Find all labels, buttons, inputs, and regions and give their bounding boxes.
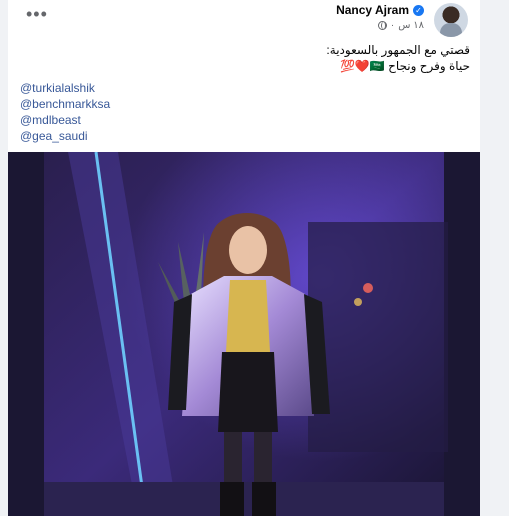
globe-icon: [377, 21, 387, 30]
mention-link[interactable]: @gea_saudi: [20, 128, 110, 144]
post-header: ••• Nancy Ajram ✓ · ١٨ س: [8, 0, 480, 40]
post-card: ••• Nancy Ajram ✓ · ١٨ س قصتي مع الجمهور…: [8, 0, 480, 516]
caption-line: قصتي مع الجمهور بالسعودية:: [326, 43, 470, 57]
avatar[interactable]: [434, 3, 468, 37]
post-caption: قصتي مع الجمهور بالسعودية: حياة وفرح ونج…: [20, 42, 470, 74]
verified-badge-icon: ✓: [413, 4, 424, 16]
caption-line: حياة وفرح ونجاح 🇸🇦❤️💯: [339, 59, 470, 73]
stage-photo-illustration: [8, 152, 480, 516]
mention-link[interactable]: @mdlbeast: [20, 112, 110, 128]
post-timestamp[interactable]: ١٨ س: [398, 20, 424, 31]
mention-link[interactable]: @benchmarkksa: [20, 96, 110, 112]
author-row: Nancy Ajram ✓: [336, 3, 424, 17]
author-name[interactable]: Nancy Ajram: [336, 3, 409, 17]
mentions-list: @turkialalshik @benchmarkksa @mdlbeast @…: [20, 80, 110, 144]
more-options-icon[interactable]: •••: [26, 5, 47, 26]
post-meta: · ١٨ س: [377, 20, 424, 31]
post-photo[interactable]: [8, 152, 480, 516]
mention-link[interactable]: @turkialalshik: [20, 80, 110, 96]
